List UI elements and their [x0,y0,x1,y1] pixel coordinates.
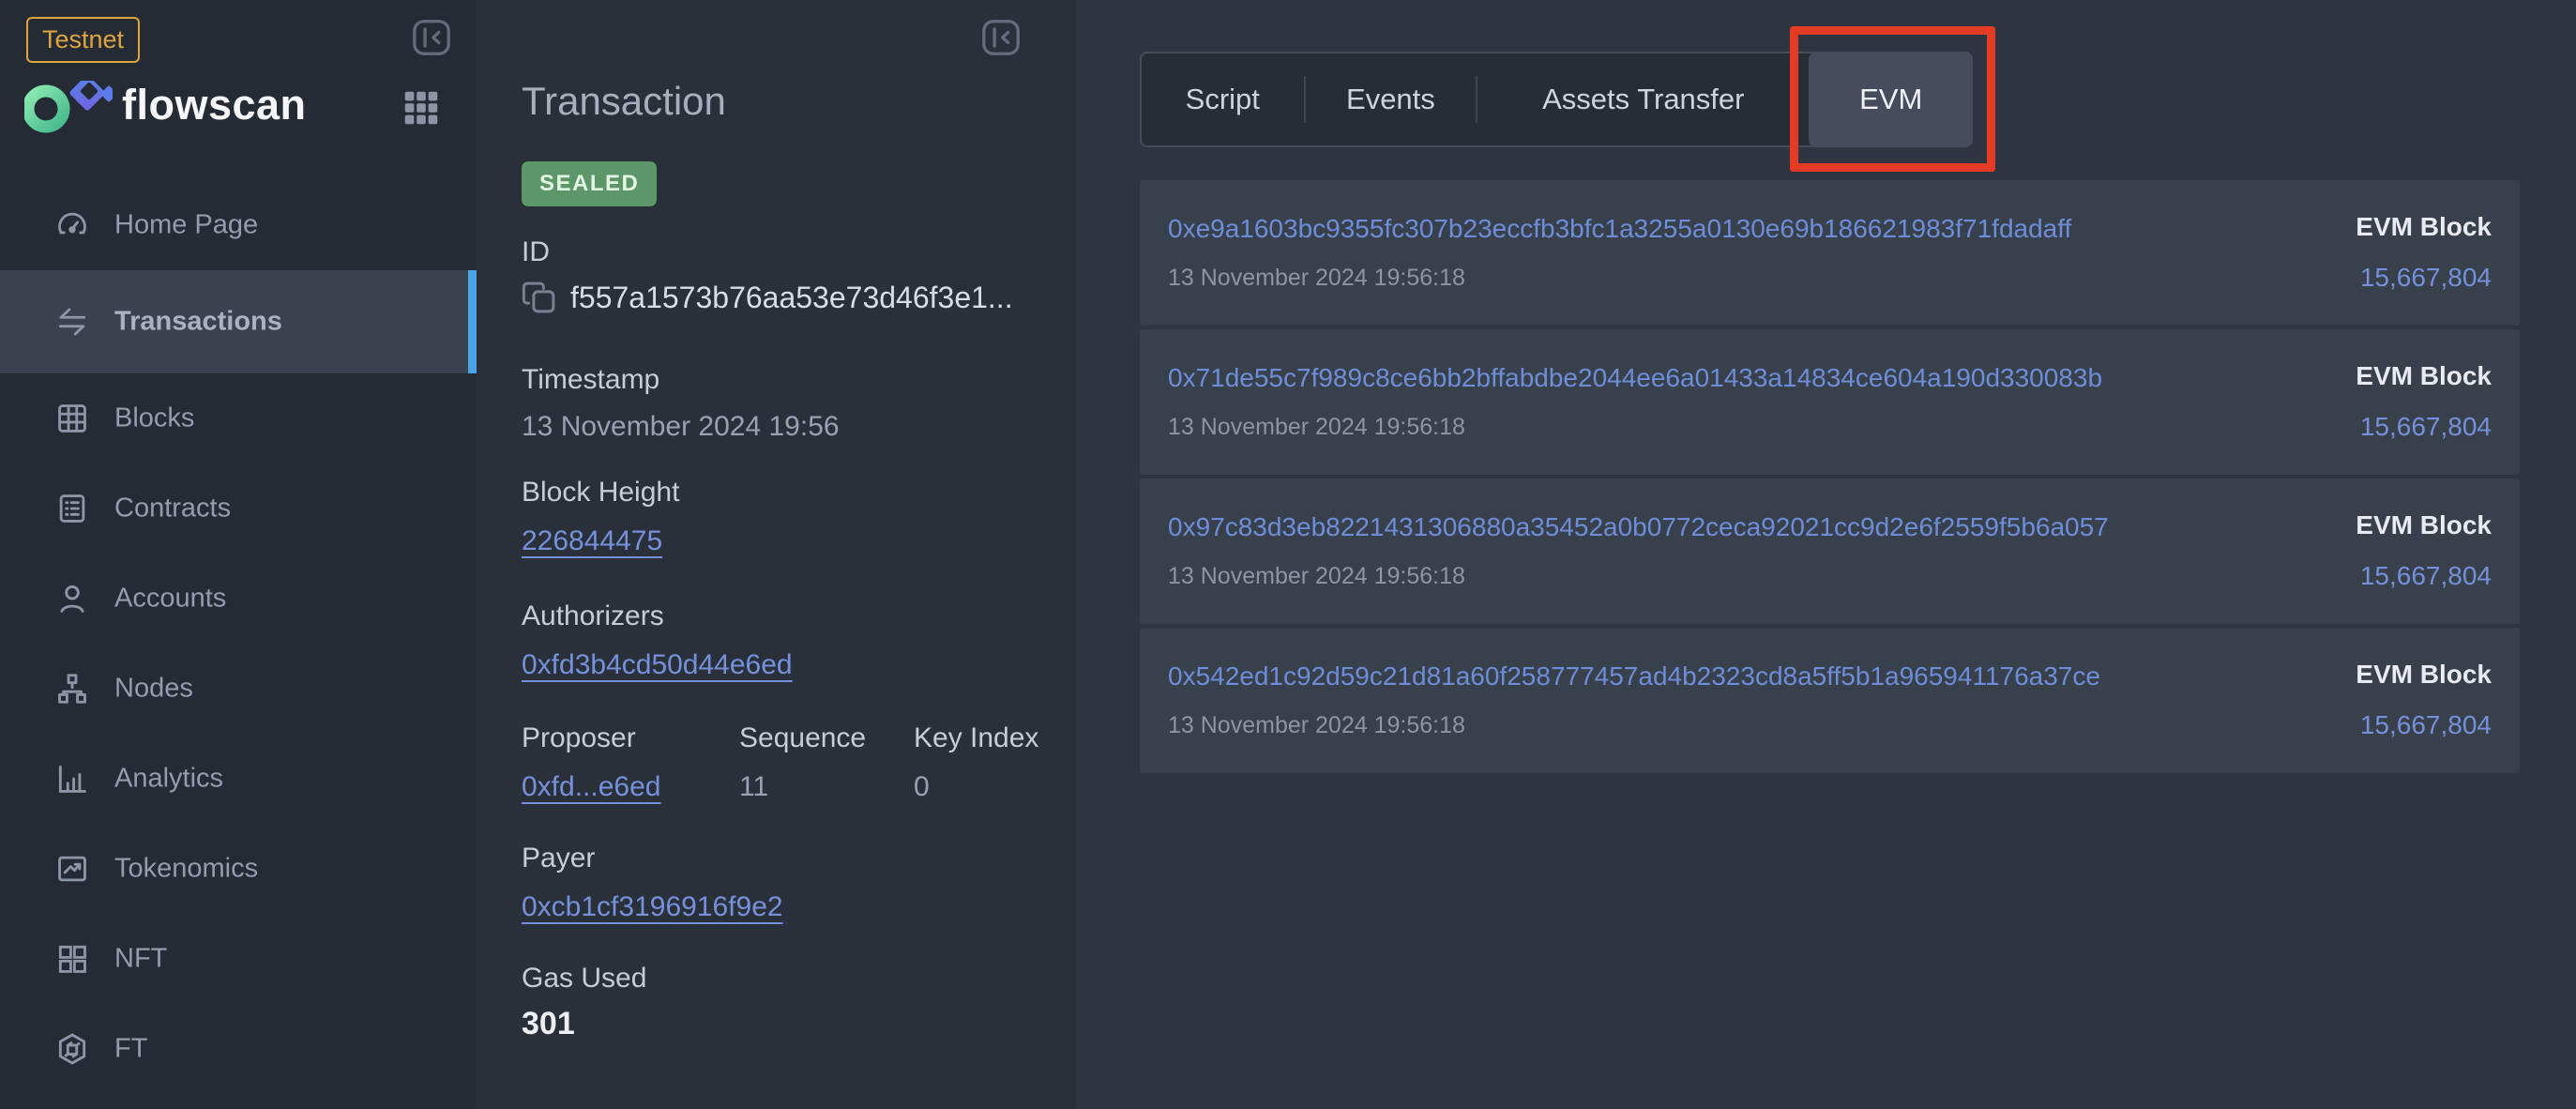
sidebar-item-accounts[interactable]: Accounts [0,554,477,644]
line-chart-icon [54,851,90,887]
evm-tx-timestamp: 13 November 2024 19:56:18 [1168,265,1465,292]
tab-bar: Script Events Assets Transfer EVM [1140,52,1973,147]
sidebar-item-tokenomics[interactable]: Tokenomics [0,824,477,914]
evm-tx-timestamp: 13 November 2024 19:56:18 [1168,414,1465,441]
collapse-panel-icon [411,19,452,56]
apps-grid-button[interactable] [400,86,443,129]
transaction-id-value: f557a1573b76aa53e73d46f3e1... [570,281,1013,315]
grid-icon [400,86,443,129]
sidebar-item-label: FT [114,1034,147,1065]
sidebar-collapse-button[interactable] [411,19,452,56]
payer-label: Payer [522,843,595,874]
sidebar-item-label: Accounts [114,584,226,615]
status-badge: SEALED [522,161,657,206]
evm-block-label: EVM Block [2356,660,2492,690]
block-height-label: Block Height [522,477,679,509]
collapse-panel-icon [980,19,1022,56]
gas-used-label: Gas Used [522,963,646,995]
id-label: ID [522,236,550,268]
panel-collapse-button[interactable] [980,19,1022,56]
evm-tx-hash-link[interactable]: 0xe9a1603bc9355fc307b23eccfb3bfc1a3255a0… [1168,214,2071,244]
proposer-label: Proposer [522,722,636,754]
flowscan-logo [24,81,113,137]
sidebar-item-analytics[interactable]: Analytics [0,734,477,824]
block-height-link[interactable]: 226844475 [522,525,662,557]
evm-tx-hash-link[interactable]: 0x97c83d3eb8221431306880a35452a0b0772cec… [1168,512,2109,542]
sidebar: Testnet [0,0,477,1109]
sequence-value: 11 [739,771,768,803]
key-index-label: Key Index [914,722,1038,754]
evm-block-number-link[interactable]: 15,667,804 [2360,561,2492,591]
sidebar-item-nodes[interactable]: Nodes [0,644,477,734]
hierarchy-icon [54,671,90,706]
evm-tx-timestamp: 13 November 2024 19:56:18 [1168,563,1465,590]
active-indicator [468,270,477,373]
table-row[interactable]: 0xe9a1603bc9355fc307b23eccfb3bfc1a3255a0… [1140,180,2520,326]
authorizers-label: Authorizers [522,600,664,632]
brand: flowscan [24,79,477,139]
evm-block-label: EVM Block [2356,361,2492,391]
evm-transactions-list: 0xe9a1603bc9355fc307b23eccfb3bfc1a3255a0… [1140,180,2520,777]
sidebar-item-blocks[interactable]: Blocks [0,373,477,463]
tab-events[interactable]: Events [1306,53,1477,145]
table-row[interactable]: 0x542ed1c92d59c21d81a60f258777457ad4b232… [1140,628,2520,773]
bar-chart-icon [54,761,90,797]
transaction-id: f557a1573b76aa53e73d46f3e1... [520,278,1013,317]
gauge-icon [54,207,90,243]
tab-assets-transfer[interactable]: Assets Transfer [1477,53,1809,145]
main-content: Script Events Assets Transfer EVM 0xe9a1… [1076,0,2576,1109]
cube-icon [54,1031,90,1067]
transfer-arrows-icon [54,304,90,340]
sidebar-item-ft[interactable]: FT [0,1004,477,1094]
sidebar-item-label: Nodes [114,674,193,705]
transaction-panel: Transaction SEALED ID f557a1573b76aa53e7… [477,0,1076,1109]
sidebar-item-label: Analytics [114,764,223,795]
key-index-value: 0 [914,771,930,803]
evm-tx-timestamp: 13 November 2024 19:56:18 [1168,712,1465,739]
sidebar-item-label: Blocks [114,403,194,434]
copy-icon[interactable] [520,278,559,317]
person-icon [54,581,90,616]
sequence-label: Sequence [739,722,866,754]
sidebar-item-transactions[interactable]: Transactions [0,270,477,373]
sidebar-item-nft[interactable]: NFT [0,914,477,1004]
sidebar-item-label: Tokenomics [114,854,258,885]
payer-link[interactable]: 0xcb1cf3196916f9e2 [522,891,783,923]
timestamp-label: Timestamp [522,364,659,396]
network-badge: Testnet [26,17,140,63]
brand-name: flowscan [122,81,307,129]
sidebar-item-label: Transactions [114,307,282,338]
gas-used-value: 301 [522,1006,575,1042]
page-title: Transaction [522,79,726,124]
proposer-link[interactable]: 0xfd...e6ed [522,771,660,803]
tab-evm[interactable]: EVM [1809,52,1973,147]
sidebar-item-label: Home Page [114,210,258,241]
evm-block-number-link[interactable]: 15,667,804 [2360,710,2492,740]
evm-block-label: EVM Block [2356,212,2492,242]
evm-tx-hash-link[interactable]: 0x542ed1c92d59c21d81a60f258777457ad4b232… [1168,661,2100,691]
sidebar-item-label: Contracts [114,494,231,524]
sidebar-item-contracts[interactable]: Contracts [0,463,477,554]
authorizers-link[interactable]: 0xfd3b4cd50d44e6ed [522,649,793,681]
table-grid-icon [54,401,90,436]
table-row[interactable]: 0x71de55c7f989c8ce6bb2bffabdbe2044ee6a01… [1140,329,2520,475]
sidebar-item-home-page[interactable]: Home Page [0,180,477,270]
flowscan-app: Testnet [0,0,2576,1109]
evm-tx-hash-link[interactable]: 0x71de55c7f989c8ce6bb2bffabdbe2044ee6a01… [1168,363,2102,393]
tab-script[interactable]: Script [1142,53,1304,145]
timestamp-value: 13 November 2024 19:56 [522,411,840,443]
table-row[interactable]: 0x97c83d3eb8221431306880a35452a0b0772cec… [1140,479,2520,624]
four-squares-icon [54,941,90,977]
evm-block-label: EVM Block [2356,510,2492,540]
evm-block-number-link[interactable]: 15,667,804 [2360,412,2492,442]
evm-block-number-link[interactable]: 15,667,804 [2360,263,2492,293]
document-list-icon [54,491,90,526]
sidebar-item-label: NFT [114,944,167,975]
